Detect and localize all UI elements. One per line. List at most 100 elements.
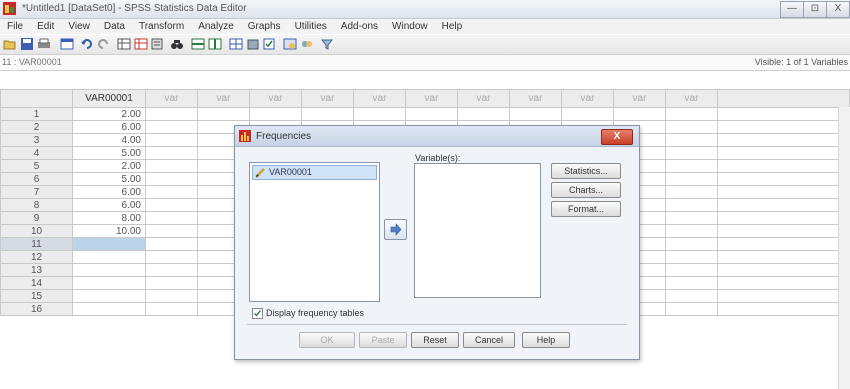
menu-file[interactable]: File	[0, 21, 30, 32]
row-number[interactable]: 15	[0, 289, 73, 303]
empty-cell[interactable]	[145, 263, 198, 277]
data-cell[interactable]	[72, 250, 146, 264]
empty-cell[interactable]	[717, 120, 850, 134]
column-header[interactable]: var	[561, 89, 614, 108]
empty-cell[interactable]	[717, 159, 850, 173]
empty-cell[interactable]	[665, 224, 718, 238]
empty-cell[interactable]	[301, 107, 354, 121]
empty-cell[interactable]	[665, 172, 718, 186]
empty-cell[interactable]	[665, 302, 718, 316]
row-number[interactable]: 5	[0, 159, 73, 173]
empty-cell[interactable]	[665, 107, 718, 121]
empty-cell[interactable]	[145, 224, 198, 238]
dialog-title-bar[interactable]: Frequencies X	[235, 126, 639, 147]
data-cell[interactable]: 8.00	[72, 211, 146, 225]
empty-cell[interactable]	[353, 107, 406, 121]
column-header[interactable]: var	[353, 89, 406, 108]
empty-cell[interactable]	[249, 107, 302, 121]
empty-cell[interactable]	[717, 211, 850, 225]
data-cell[interactable]: 10.00	[72, 224, 146, 238]
empty-cell[interactable]	[717, 263, 850, 277]
row-number[interactable]: 12	[0, 250, 73, 264]
menu-view[interactable]: View	[61, 21, 97, 32]
empty-cell[interactable]	[665, 159, 718, 173]
empty-cell[interactable]	[145, 120, 198, 134]
data-cell[interactable]: 6.00	[72, 198, 146, 212]
empty-cell[interactable]	[145, 211, 198, 225]
row-number[interactable]: 2	[0, 120, 73, 134]
empty-cell[interactable]	[665, 263, 718, 277]
display-frequency-tables-checkbox[interactable]	[252, 308, 263, 319]
empty-cell[interactable]	[717, 172, 850, 186]
empty-cell[interactable]	[665, 198, 718, 212]
empty-cell[interactable]	[145, 302, 198, 316]
empty-cell[interactable]	[665, 146, 718, 160]
column-header[interactable]: var	[665, 89, 718, 108]
empty-cell[interactable]	[717, 302, 850, 316]
data-cell[interactable]: 2.00	[72, 107, 146, 121]
empty-cell[interactable]	[145, 289, 198, 303]
data-cell[interactable]	[72, 237, 146, 251]
empty-cell[interactable]	[145, 237, 198, 251]
insert-variable-icon[interactable]	[208, 37, 222, 51]
show-all-variables-icon[interactable]	[320, 37, 334, 51]
column-header[interactable]: var	[405, 89, 458, 108]
empty-cell[interactable]	[665, 276, 718, 290]
empty-cell[interactable]	[717, 146, 850, 160]
insert-cases-icon[interactable]	[191, 37, 205, 51]
menu-utilities[interactable]: Utilities	[288, 21, 334, 32]
column-header[interactable]: var	[249, 89, 302, 108]
minimize-button[interactable]: —	[780, 1, 804, 18]
select-cases-icon[interactable]	[262, 37, 276, 51]
charts-button[interactable]: Charts...	[551, 182, 621, 198]
empty-cell[interactable]	[717, 185, 850, 199]
empty-cell[interactable]	[665, 185, 718, 199]
empty-cell[interactable]	[145, 250, 198, 264]
column-header[interactable]: var	[301, 89, 354, 108]
empty-cell[interactable]	[405, 107, 458, 121]
empty-cell[interactable]	[145, 159, 198, 173]
target-variable-list[interactable]	[414, 163, 541, 298]
close-dialog-button[interactable]: X	[601, 129, 633, 145]
move-variable-button[interactable]	[384, 219, 407, 240]
menu-analyze[interactable]: Analyze	[191, 21, 241, 32]
empty-cell[interactable]	[665, 250, 718, 264]
column-header[interactable]: var	[509, 89, 562, 108]
dialog-recall-icon[interactable]	[60, 37, 74, 51]
row-number[interactable]: 1	[0, 107, 73, 121]
row-number[interactable]: 16	[0, 302, 73, 316]
empty-cell[interactable]	[665, 289, 718, 303]
variables-icon[interactable]	[150, 37, 164, 51]
ok-button[interactable]: OK	[299, 332, 355, 348]
empty-cell[interactable]	[717, 237, 850, 251]
reset-button[interactable]: Reset	[411, 332, 459, 348]
empty-cell[interactable]	[665, 237, 718, 251]
row-number[interactable]: 9	[0, 211, 73, 225]
goto-case-icon[interactable]	[117, 37, 131, 51]
empty-cell[interactable]	[665, 120, 718, 134]
empty-cell[interactable]	[717, 276, 850, 290]
menu-window[interactable]: Window	[385, 21, 435, 32]
empty-cell[interactable]	[665, 211, 718, 225]
empty-cell[interactable]	[717, 224, 850, 238]
row-number[interactable]: 13	[0, 263, 73, 277]
empty-cell[interactable]	[717, 107, 850, 121]
column-header[interactable]: var	[457, 89, 510, 108]
column-header[interactable]: var	[145, 89, 198, 108]
vertical-scrollbar[interactable]	[838, 107, 850, 389]
data-cell[interactable]	[72, 263, 146, 277]
empty-cell[interactable]	[145, 276, 198, 290]
row-number[interactable]: 8	[0, 198, 73, 212]
column-header[interactable]: var	[613, 89, 666, 108]
data-cell[interactable]	[72, 302, 146, 316]
empty-cell[interactable]	[145, 107, 198, 121]
empty-cell[interactable]	[613, 107, 666, 121]
close-window-button[interactable]: X	[826, 1, 850, 18]
list-item[interactable]: VAR00001	[252, 165, 377, 180]
data-cell[interactable]	[72, 289, 146, 303]
find-icon[interactable]	[170, 37, 184, 51]
row-number[interactable]: 6	[0, 172, 73, 186]
empty-cell[interactable]	[717, 133, 850, 147]
row-number[interactable]: 14	[0, 276, 73, 290]
print-icon[interactable]	[37, 37, 51, 51]
